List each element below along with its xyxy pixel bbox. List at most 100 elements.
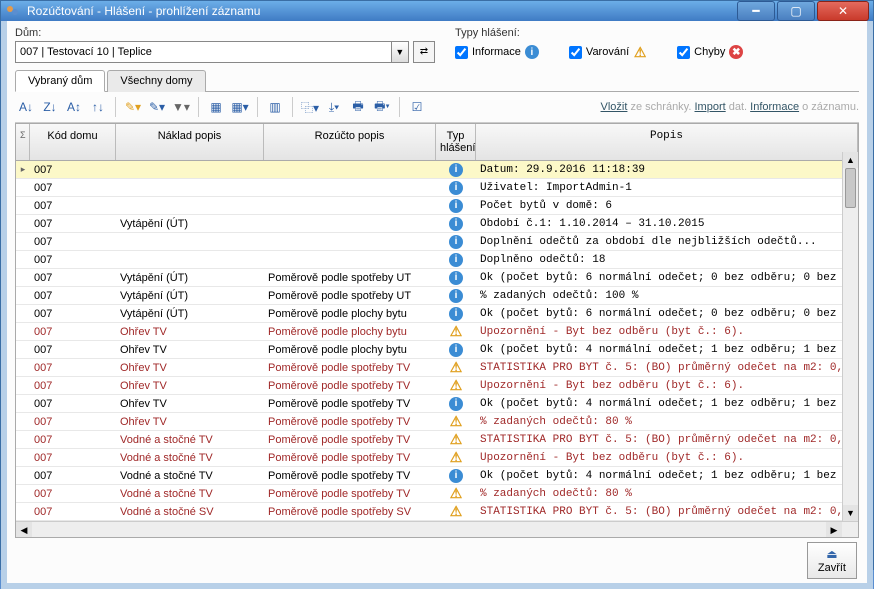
table-row[interactable]: 007iPočet bytů v domě: 6 bbox=[16, 197, 858, 215]
table-row[interactable]: 007Ohřev TVPoměrově podle plochy bytuiOk… bbox=[16, 341, 858, 359]
cell-naklad: Ohřev TV bbox=[116, 397, 264, 411]
scroll-right-icon[interactable]: ▶ bbox=[826, 522, 842, 537]
chk-varovani-box[interactable] bbox=[569, 46, 582, 59]
chk-chyby[interactable]: Chyby ✖ bbox=[677, 45, 743, 59]
titlebar[interactable]: Rozúčtování - Hlášení - prohlížení zázna… bbox=[1, 1, 873, 21]
table-row[interactable]: 007iDoplněno odečtů: 18 bbox=[16, 251, 858, 269]
cell-rozucto bbox=[264, 169, 436, 171]
scroll-up-icon[interactable]: ▲ bbox=[843, 152, 858, 168]
sort-multi-icon[interactable]: ↑↓ bbox=[87, 96, 109, 118]
select-all-icon[interactable]: ☑ bbox=[406, 96, 428, 118]
vertical-scrollbar[interactable]: ▲ ▼ bbox=[842, 152, 858, 521]
cell-naklad bbox=[116, 205, 264, 207]
info-icon: i bbox=[525, 45, 539, 59]
table-row[interactable]: 007Vytápění (ÚT)Poměrově podle spotřeby … bbox=[16, 269, 858, 287]
close-window-button[interactable]: ✕ bbox=[817, 1, 869, 21]
cell-typ: i bbox=[436, 198, 476, 214]
cell-naklad bbox=[116, 169, 264, 171]
col-kod-domu[interactable]: Kód domu bbox=[30, 124, 116, 160]
tab-vybrany-dum[interactable]: Vybraný dům bbox=[15, 70, 105, 92]
chk-informace-box[interactable] bbox=[455, 46, 468, 59]
cell-kod: 007 bbox=[30, 361, 116, 375]
col-popis[interactable]: Popis bbox=[476, 124, 858, 160]
table-row[interactable]: ▸007iDatum: 29.9.2016 11:18:39 bbox=[16, 161, 858, 179]
dum-lookup-button[interactable]: ⇄ bbox=[413, 41, 435, 63]
link-vlozit[interactable]: Vložit bbox=[601, 101, 628, 113]
grid-body[interactable]: ▸007iDatum: 29.9.2016 11:18:39007iUživat… bbox=[16, 161, 858, 521]
highlight-icon[interactable]: ✎▾ bbox=[122, 96, 144, 118]
cell-typ: i bbox=[436, 180, 476, 196]
grid-options-icon[interactable]: ▦▾ bbox=[229, 96, 251, 118]
scroll-thumb[interactable] bbox=[845, 168, 856, 208]
chk-informace[interactable]: Informace i bbox=[455, 45, 539, 59]
cell-rozucto: Poměrově podle spotřeby TV bbox=[264, 361, 436, 375]
cell-kod: 007 bbox=[30, 487, 116, 501]
col-typ-hlaseni[interactable]: Typ hlášení bbox=[436, 124, 476, 160]
print-icon[interactable]: 🖶 bbox=[347, 96, 369, 118]
link-import[interactable]: Import bbox=[695, 101, 726, 113]
door-icon: ⏏ bbox=[826, 547, 837, 561]
chk-varovani[interactable]: Varování ⚠ bbox=[569, 45, 647, 59]
row-indicator bbox=[16, 295, 30, 297]
table-row[interactable]: 007Ohřev TVPoměrově podle spotřeby TV⚠% … bbox=[16, 413, 858, 431]
table-row[interactable]: 007Vodné a stočné TVPoměrově podle spotř… bbox=[16, 431, 858, 449]
close-button[interactable]: ⏏ Zavřít bbox=[807, 542, 857, 579]
info-icon: i bbox=[449, 181, 463, 195]
cell-kod: 007 bbox=[30, 217, 116, 231]
print-options-icon[interactable]: 🖶▾ bbox=[371, 96, 393, 118]
copy-icon[interactable]: ⿻▾ bbox=[299, 96, 321, 118]
cell-naklad: Vytápění (ÚT) bbox=[116, 289, 264, 303]
table-row[interactable]: 007iUživatel: ImportAdmin-1 bbox=[16, 179, 858, 197]
tab-vsechny-domy[interactable]: Všechny domy bbox=[107, 70, 205, 92]
filter-icon[interactable]: ▼▾ bbox=[170, 96, 192, 118]
table-row[interactable]: 007Vodné a stočné TVPoměrově podle spotř… bbox=[16, 449, 858, 467]
cell-rozucto: Poměrově podle spotřeby TV bbox=[264, 469, 436, 483]
maximize-button[interactable]: ▢ bbox=[777, 1, 815, 21]
table-row[interactable]: 007Vodné a stočné SVPoměrově podle spotř… bbox=[16, 503, 858, 521]
sort-asc-icon[interactable]: A↓ bbox=[15, 96, 37, 118]
table-row[interactable]: 007Ohřev TVPoměrově podle plochy bytu⚠Up… bbox=[16, 323, 858, 341]
cell-rozucto bbox=[264, 223, 436, 225]
cell-typ: ⚠ bbox=[436, 359, 476, 376]
dum-combo[interactable]: ▼ bbox=[15, 41, 409, 63]
grid-view-icon[interactable]: ▦ bbox=[205, 96, 227, 118]
info-icon: i bbox=[449, 307, 463, 321]
link-informace[interactable]: Informace bbox=[750, 101, 799, 113]
scroll-down-icon[interactable]: ▼ bbox=[843, 505, 858, 521]
chk-chyby-label: Chyby bbox=[694, 46, 725, 58]
minimize-button[interactable]: ━ bbox=[737, 1, 775, 21]
cell-popis: Doplněno odečtů: 18 bbox=[476, 253, 858, 267]
cell-popis: STATISTIKA PRO BYT č. 5: (BO) průměrný o… bbox=[476, 505, 858, 519]
columns-icon[interactable]: ▥ bbox=[264, 96, 286, 118]
cell-kod: 007 bbox=[30, 199, 116, 213]
table-row[interactable]: 007Vytápění (ÚT)iObdobí č.1: 1.10.2014 –… bbox=[16, 215, 858, 233]
chk-chyby-box[interactable] bbox=[677, 46, 690, 59]
table-row[interactable]: 007iDoplnění odečtů za období dle nejbli… bbox=[16, 233, 858, 251]
table-row[interactable]: 007Vytápění (ÚT)Poměrově podle plochy by… bbox=[16, 305, 858, 323]
table-row[interactable]: 007Vytápění (ÚT)Poměrově podle spotřeby … bbox=[16, 287, 858, 305]
col-naklad-popis[interactable]: Náklad popis bbox=[116, 124, 264, 160]
cell-kod: 007 bbox=[30, 253, 116, 267]
info-icon: i bbox=[449, 469, 463, 483]
cell-popis: Ok (počet bytů: 4 normální odečet; 1 bez… bbox=[476, 343, 858, 357]
export-icon[interactable]: ⤓▾ bbox=[323, 96, 345, 118]
scroll-left-icon[interactable]: ◀ bbox=[16, 522, 32, 537]
edit-icon[interactable]: ✎▾ bbox=[146, 96, 168, 118]
table-row[interactable]: 007Vodné a stočné TVPoměrově podle spotř… bbox=[16, 467, 858, 485]
filter-row: Dům: ▼ ⇄ Typy hlášení: Informace i bbox=[15, 27, 859, 63]
table-row[interactable]: 007Ohřev TVPoměrově podle spotřeby TV⚠Up… bbox=[16, 377, 858, 395]
col-rozucto-popis[interactable]: Rozúčto popis bbox=[264, 124, 436, 160]
horizontal-scrollbar[interactable]: ◀ ▶ bbox=[16, 521, 858, 537]
table-row[interactable]: 007Ohřev TVPoměrově podle spotřeby TViOk… bbox=[16, 395, 858, 413]
chevron-down-icon[interactable]: ▼ bbox=[392, 41, 409, 63]
cell-kod: 007 bbox=[30, 397, 116, 411]
dum-input[interactable] bbox=[15, 41, 392, 63]
data-grid: Σ Kód domu Náklad popis Rozúčto popis Ty… bbox=[15, 123, 859, 538]
table-row[interactable]: 007Vodné a stočné TVPoměrově podle spotř… bbox=[16, 485, 858, 503]
cell-popis: STATISTIKA PRO BYT č. 5: (BO) průměrný o… bbox=[476, 361, 858, 375]
sort-desc-icon[interactable]: Z↓ bbox=[39, 96, 61, 118]
cell-typ: ⚠ bbox=[436, 377, 476, 394]
sort-clear-icon[interactable]: A↕ bbox=[63, 96, 85, 118]
col-sigma[interactable]: Σ bbox=[16, 124, 30, 160]
table-row[interactable]: 007Ohřev TVPoměrově podle spotřeby TV⚠ST… bbox=[16, 359, 858, 377]
